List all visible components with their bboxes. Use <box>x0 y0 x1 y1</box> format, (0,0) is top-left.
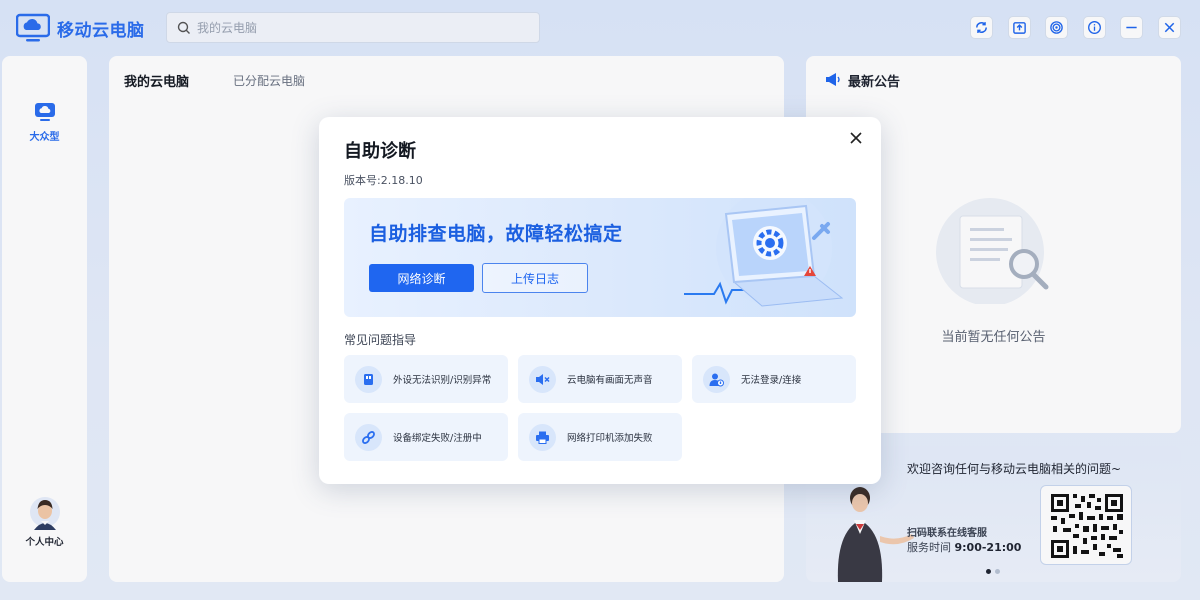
diagnosis-banner: 自助排查电脑，故障轻松搞定 网络诊断 上传日志 <box>344 198 856 317</box>
faq-item-printer[interactable]: 网络打印机添加失败 <box>518 413 682 461</box>
faq-item-label: 外设无法识别/识别异常 <box>393 375 492 386</box>
printer-icon <box>536 431 549 444</box>
self-diagnosis-dialog: 自助诊断 版本号:2.18.10 自助排查电脑，故障轻松搞定 网络诊断 上传日志… <box>319 117 881 484</box>
faq-section-title: 常见问题指导 <box>344 333 417 347</box>
faq-item-login[interactable]: 无法登录/连接 <box>692 355 856 403</box>
laptop-gear-illustration <box>684 198 844 307</box>
faq-icon-wrap <box>355 365 382 393</box>
faq-item-label: 设备绑定失败/注册中 <box>393 433 482 444</box>
close-dialog-icon[interactable] <box>847 129 865 147</box>
usb-icon <box>364 373 373 385</box>
user-lock-icon <box>709 373 724 386</box>
faq-icon-wrap <box>355 423 382 451</box>
version-text: 版本号:2.18.10 <box>344 174 423 187</box>
upload-log-button[interactable]: 上传日志 <box>482 263 588 293</box>
faq-item-no-sound[interactable]: 云电脑有画面无声音 <box>518 355 682 403</box>
faq-item-label: 云电脑有画面无声音 <box>567 375 653 386</box>
faq-item-label: 网络打印机添加失败 <box>567 433 653 444</box>
faq-icon-wrap <box>529 365 556 393</box>
network-diagnosis-button[interactable]: 网络诊断 <box>369 264 474 292</box>
faq-icon-wrap <box>529 423 556 451</box>
banner-headline: 自助排查电脑，故障轻松搞定 <box>369 223 623 245</box>
faq-item-device-binding[interactable]: 设备绑定失败/注册中 <box>344 413 508 461</box>
mute-speaker-icon <box>536 373 550 385</box>
link-icon <box>362 430 375 444</box>
faq-item-label: 无法登录/连接 <box>741 375 802 386</box>
dialog-title: 自助诊断 <box>344 141 416 162</box>
faq-item-peripheral[interactable]: 外设无法识别/识别异常 <box>344 355 508 403</box>
faq-icon-wrap <box>703 365 730 393</box>
